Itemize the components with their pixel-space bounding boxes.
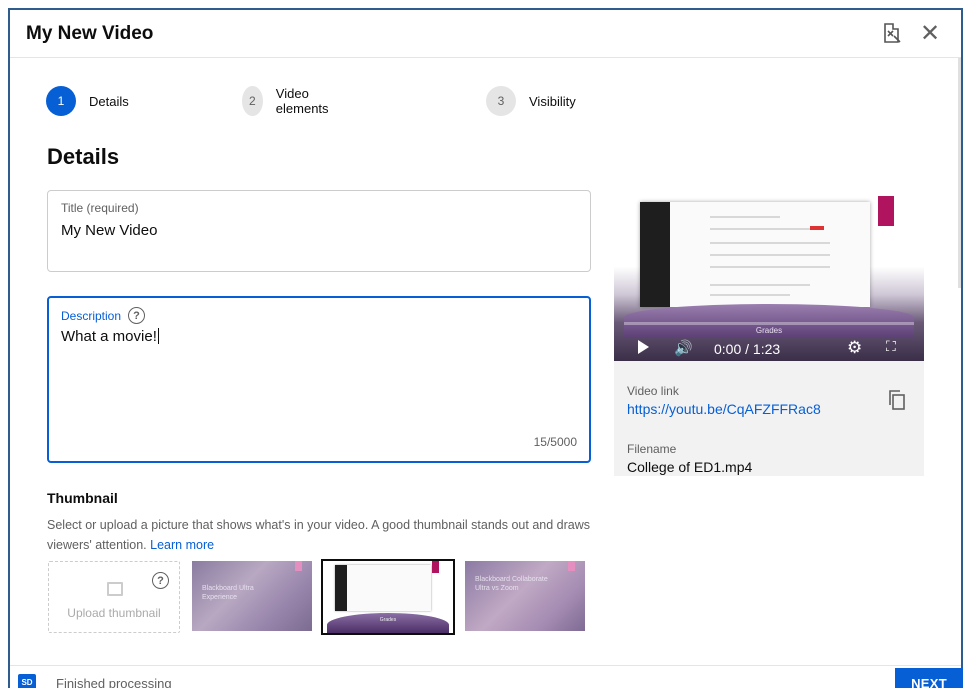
text-caret <box>157 328 159 344</box>
thumbnail-text: Blackboard Ultra Experience <box>202 585 254 601</box>
slide-red-button <box>810 226 824 230</box>
video-preview-card: Grades 🔊 0:00 / 1:23 ⚙ ⛶ Video link http… <box>614 186 924 476</box>
title-field[interactable]: Title (required) My New Video <box>47 190 591 272</box>
dialog-title: My New Video <box>26 23 154 44</box>
video-controls: 🔊 0:00 / 1:23 ⚙ ⛶ <box>614 336 924 361</box>
thumbnail-description: Select or upload a picture that shows wh… <box>47 515 597 555</box>
step-details[interactable]: 1 Details <box>46 84 129 118</box>
video-time: 0:00 / 1:23 <box>714 341 781 357</box>
thumbnail-option-selected[interactable]: Grades <box>321 559 455 635</box>
processing-status: Finished processing <box>56 676 172 688</box>
upload-dialog: My New Video ✕ 1 Details 2 Video element… <box>8 8 963 688</box>
slide-line <box>710 294 790 296</box>
section-heading: Details <box>47 144 120 169</box>
video-link-label: Video link <box>627 384 679 398</box>
step-number: 2 <box>242 86 263 116</box>
sd-badge: SD <box>18 674 36 688</box>
video-progress-bar[interactable] <box>624 322 914 325</box>
slide-line <box>710 284 810 286</box>
settings-gear-icon[interactable]: ⚙ <box>847 338 862 358</box>
step-number: 1 <box>46 86 76 116</box>
next-button[interactable]: NEXT <box>895 668 963 688</box>
learn-more-link[interactable]: Learn more <box>150 538 214 552</box>
upload-thumbnail-label: Upload thumbnail <box>67 606 161 620</box>
copy-icon[interactable] <box>889 390 905 410</box>
slide-sidebar <box>640 202 670 307</box>
thumbnail-text: Blackboard Collaborate Ultra vs Zoom <box>475 576 548 592</box>
video-link[interactable]: https://youtu.be/CqAFZFFRac8 <box>627 401 821 417</box>
thumbnail-heading: Thumbnail <box>47 490 118 506</box>
scrollbar[interactable] <box>958 58 961 288</box>
add-photo-icon <box>107 582 123 596</box>
slide-line <box>710 228 820 230</box>
video-overlay-text: Grades <box>755 326 783 335</box>
thumbnail-description-text: Select or upload a picture that shows wh… <box>47 518 590 552</box>
thumbnail-marker <box>568 561 575 571</box>
title-field-value[interactable]: My New Video <box>61 222 157 239</box>
thumbnail-band <box>327 613 449 633</box>
step-video-elements[interactable]: 2 Video elements <box>242 84 338 118</box>
description-field-label: Description <box>61 308 122 323</box>
thumbnail-option[interactable]: Blackboard Collaborate Ultra vs Zoom <box>465 561 585 631</box>
description-field-value-wrap[interactable]: What a movie! <box>61 328 159 345</box>
title-field-label: Title (required) <box>61 201 139 215</box>
thumbnail-text: Grades <box>379 617 397 623</box>
filename-label: Filename <box>627 442 677 456</box>
slide-sidebar <box>335 565 347 611</box>
thumbnail-marker <box>432 561 439 573</box>
upload-thumbnail-button[interactable]: ? Upload thumbnail <box>48 561 180 633</box>
dialog-footer: SD Finished processing NEXT <box>10 665 963 688</box>
step-number: 3 <box>486 86 516 116</box>
help-icon[interactable]: ? <box>152 572 169 589</box>
character-counter: 15/5000 <box>533 435 577 449</box>
slide-line <box>710 254 830 256</box>
video-slide <box>640 202 870 307</box>
thumbnail-marker <box>295 561 302 571</box>
dialog-header: My New Video ✕ <box>10 10 961 58</box>
description-field[interactable]: Description ? What a movie! 15/5000 <box>47 296 591 463</box>
step-label: Video elements <box>275 86 329 116</box>
slide-line <box>710 242 830 244</box>
thumbnail-option[interactable]: Blackboard Ultra Experience <box>192 561 312 631</box>
video-player[interactable]: Grades 🔊 0:00 / 1:23 ⚙ ⛶ <box>614 186 924 361</box>
step-label: Details <box>89 93 129 109</box>
slide-line <box>710 216 780 218</box>
step-label: Visibility <box>529 93 576 109</box>
slide-line <box>710 266 830 268</box>
volume-icon[interactable]: 🔊 <box>674 339 693 357</box>
help-icon[interactable]: ? <box>128 307 146 324</box>
play-icon[interactable] <box>638 340 649 354</box>
close-icon[interactable]: ✕ <box>917 20 943 46</box>
description-field-label-wrap: Description ? <box>61 307 146 324</box>
feedback-icon[interactable] <box>881 22 903 44</box>
thumbnail-slide <box>335 565 431 611</box>
slide-marker <box>878 196 894 226</box>
step-visibility[interactable]: 3 Visibility <box>486 84 576 118</box>
fullscreen-icon[interactable]: ⛶ <box>886 339 896 355</box>
filename-value: College of ED1.mp4 <box>627 459 753 475</box>
description-field-value[interactable]: What a movie! <box>61 328 157 345</box>
